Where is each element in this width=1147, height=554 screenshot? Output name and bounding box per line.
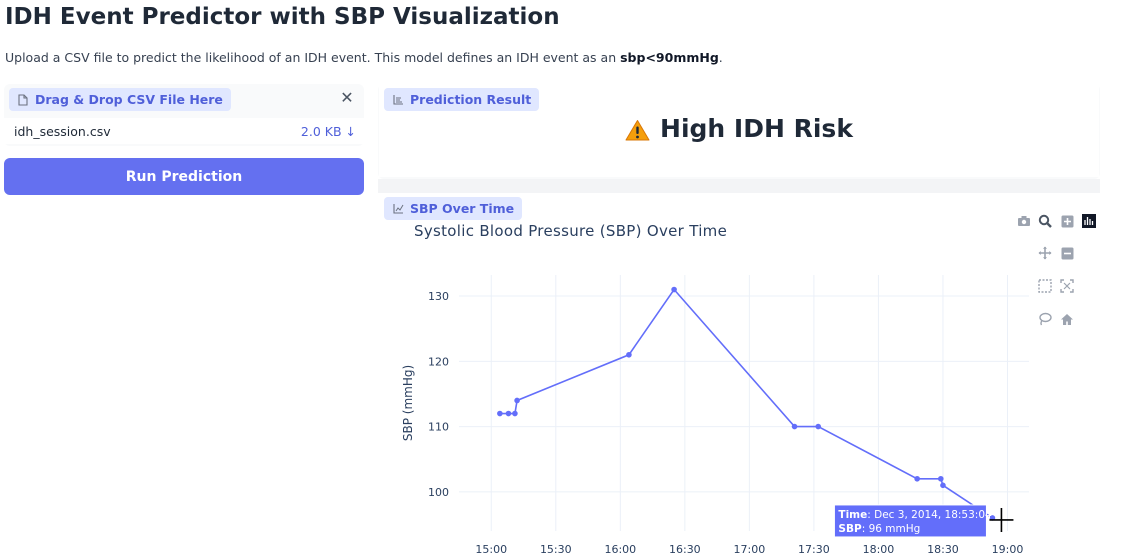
sbp-data-point[interactable] [626, 351, 632, 358]
file-name: idh_session.csv [14, 123, 111, 139]
sbp-data-point[interactable] [671, 286, 677, 293]
upload-label: Drag & Drop CSV File Here [9, 88, 231, 111]
sbp-data-point[interactable] [505, 410, 512, 417]
y-tick-label: 110 [428, 421, 449, 434]
x-tick-label: 18:00 [863, 543, 895, 554]
y-tick-label: 100 [428, 486, 449, 499]
page-subtitle: Upload a CSV file to predict the likelih… [5, 50, 723, 65]
sbp-data-point[interactable] [791, 423, 798, 430]
run-prediction-button[interactable]: Run Prediction [4, 158, 364, 195]
crosshair-cursor [989, 507, 1014, 532]
prediction-result-card: Prediction Result High IDH Risk [379, 84, 1099, 177]
sbp-chart-card: SBP Over Time Systolic Blood Pressure (S… [379, 193, 1099, 554]
prediction-text: High IDH Risk [660, 114, 853, 143]
section-gap [378, 179, 1100, 193]
prediction-output: High IDH Risk [379, 114, 1099, 143]
sbp-data-point[interactable] [914, 475, 920, 482]
text-block-icon [392, 94, 404, 106]
file-icon [17, 93, 29, 106]
x-tick-label: 15:30 [540, 543, 572, 554]
chart-title: Systolic Blood Pressure (SBP) Over Time [414, 222, 727, 240]
sbp-data-point[interactable] [815, 423, 822, 430]
uploaded-file-row: idh_session.csv 2.0 KB ↓ [4, 118, 364, 144]
sbp-series-line [499, 288, 993, 519]
y-tick-label: 120 [428, 355, 449, 368]
prediction-result-label: Prediction Result [384, 88, 540, 111]
tooltip-time: Time: Dec 3, 2014, 18:53:04 [838, 509, 992, 521]
idh-threshold: sbp<90mmHg [620, 50, 719, 65]
y-tick-label: 130 [428, 290, 449, 303]
x-tick-label: 17:30 [798, 543, 830, 554]
x-tick-label: 19:00 [992, 543, 1024, 554]
x-tick-label: 16:30 [669, 543, 701, 554]
sbp-data-point[interactable] [940, 482, 946, 489]
x-tick-label: 17:00 [734, 543, 766, 554]
file-upload[interactable]: Drag & Drop CSV File Here ✕ idh_session.… [4, 84, 364, 146]
x-tick-label: 16:00 [604, 543, 636, 554]
x-tick-label: 15:00 [475, 543, 507, 554]
sbp-data-point[interactable] [497, 410, 503, 417]
upload-panel: Drag & Drop CSV File Here ✕ idh_session.… [4, 84, 364, 146]
sbp-data-point[interactable] [938, 475, 944, 482]
sbp-data-point[interactable] [514, 397, 520, 404]
file-size-download-link[interactable]: 2.0 KB ↓ [301, 124, 356, 139]
page-title: IDH Event Predictor with SBP Visualizati… [5, 4, 560, 30]
x-tick-label: 18:30 [927, 543, 959, 554]
tooltip-sbp: SBP: 96 mmHg [838, 523, 920, 535]
y-axis-title: SBP (mmHg) [401, 365, 415, 441]
warning-icon [625, 118, 650, 140]
sbp-line-chart[interactable]: Systolic Blood Pressure (SBP) Over Time … [379, 193, 1099, 554]
clear-file-button[interactable]: ✕ [338, 89, 356, 107]
sbp-data-point[interactable] [512, 410, 518, 417]
